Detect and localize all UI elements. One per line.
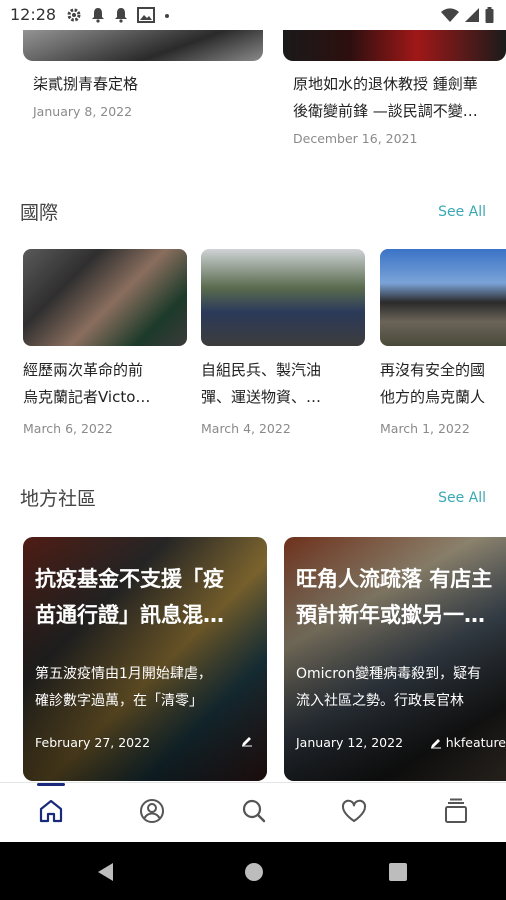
see-all-link[interactable]: See All bbox=[438, 490, 486, 506]
article-footer: January 12, 2022 hkfeature bbox=[296, 735, 506, 755]
home-circle-icon[interactable] bbox=[244, 862, 264, 882]
article-title-line: 旺角人流疏落 有店主 bbox=[296, 567, 493, 591]
nav-home[interactable] bbox=[35, 795, 67, 827]
article-card[interactable]: 自組民兵、製汽油 彈、運送物資、… March 4, 2022 bbox=[201, 249, 365, 436]
bell-icon bbox=[92, 8, 104, 23]
author-name: hkfeature bbox=[445, 735, 506, 750]
article-title-line: 抗疫基金不支援「疫 bbox=[35, 567, 224, 591]
article-title-line: 預計新年或撳另一… bbox=[296, 603, 485, 627]
section-title: 地方社區 bbox=[20, 488, 97, 510]
nav-collections[interactable] bbox=[440, 795, 472, 827]
article-author: hkfeature bbox=[430, 735, 506, 750]
article-thumbnail bbox=[201, 249, 365, 346]
article-date: February 27, 2022 bbox=[35, 735, 151, 750]
wifi-icon bbox=[441, 8, 459, 22]
content-feed[interactable]: 柒貳捌青春定格 January 8, 2022 原地如水的退休教授 鍾劍華 後衛… bbox=[0, 0, 506, 782]
article-title-line: 自組民兵、製汽油 bbox=[201, 361, 322, 379]
system-navigation-bar bbox=[0, 842, 506, 900]
section-header-local: 地方社區 See All bbox=[20, 484, 486, 514]
article-author bbox=[241, 735, 257, 747]
stack-icon bbox=[445, 798, 467, 823]
section-title: 國際 bbox=[20, 202, 59, 224]
bottom-navigation bbox=[0, 782, 506, 843]
back-icon[interactable] bbox=[96, 862, 114, 882]
article-title-line: 經歷兩次革命的前 bbox=[23, 361, 144, 379]
featured-article-card[interactable]: 抗疫基金不支援「疫 苗通行證」訊息混… 第五波疫情由1月開始肆虐， 確診數字過萬… bbox=[23, 537, 267, 781]
article-title: 再沒有安全的國 他方的烏克蘭人 bbox=[380, 357, 506, 411]
article-thumbnail bbox=[23, 249, 187, 346]
signal-icon bbox=[465, 8, 479, 22]
bell-icon bbox=[115, 8, 127, 23]
notification-icons bbox=[66, 7, 170, 23]
battery-icon bbox=[485, 7, 494, 23]
article-summary-line: 流入社區之勢。行政長官林 bbox=[296, 693, 464, 709]
article-title: 經歷兩次革命的前 烏克蘭記者Victo… bbox=[23, 357, 187, 411]
dot-icon bbox=[165, 14, 169, 18]
pen-icon bbox=[430, 738, 441, 748]
article-title: 旺角人流疏落 有店主 預計新年或撳另一… bbox=[296, 561, 496, 633]
article-title-line: 再沒有安全的國 bbox=[380, 361, 486, 379]
article-title-line: 原地如水的退休教授 鍾劍華 bbox=[293, 75, 478, 93]
article-card[interactable]: 再沒有安全的國 他方的烏克蘭人 March 1, 2022 bbox=[380, 249, 506, 436]
article-card[interactable]: 經歷兩次革命的前 烏克蘭記者Victo… March 6, 2022 bbox=[23, 249, 187, 436]
article-date: December 16, 2021 bbox=[293, 131, 418, 146]
article-title-line: 彈、運送物資、… bbox=[201, 388, 322, 406]
article-thumbnail bbox=[380, 249, 506, 346]
article-title: 自組民兵、製汽油 彈、運送物資、… bbox=[201, 357, 365, 411]
settings-icon bbox=[67, 8, 81, 22]
nav-search[interactable] bbox=[238, 795, 270, 827]
article-summary-line: 第五波疫情由1月開始肆虐， bbox=[35, 666, 212, 682]
pen-icon bbox=[242, 737, 252, 747]
article-title-line: 後衛變前鋒 —談民調不變… bbox=[293, 102, 478, 120]
article-footer: February 27, 2022 bbox=[35, 735, 257, 755]
image-icon bbox=[137, 7, 155, 23]
article-date: March 4, 2022 bbox=[201, 421, 291, 436]
profile-icon bbox=[140, 799, 164, 823]
nav-profile[interactable] bbox=[136, 795, 168, 827]
article-title: 柒貳捌青春定格 bbox=[33, 75, 139, 93]
search-icon bbox=[242, 799, 266, 823]
article-summary-line: 確診數字過萬，在「清零」 bbox=[35, 693, 203, 709]
article-title: 抗疫基金不支援「疫 苗通行證」訊息混… bbox=[35, 561, 257, 633]
article-summary: Omicron變種病毒殺到，疑有 流入社區之勢。行政長官林 bbox=[296, 661, 498, 719]
heart-icon bbox=[341, 799, 367, 822]
article-date: March 1, 2022 bbox=[380, 421, 470, 436]
article-summary-line: Omicron變種病毒殺到，疑有 bbox=[296, 666, 482, 682]
featured-article-card[interactable]: 旺角人流疏落 有店主 預計新年或撳另一… Omicron變種病毒殺到，疑有 流入… bbox=[284, 537, 506, 781]
system-status-icons bbox=[441, 7, 494, 23]
section-header-international: 國際 See All bbox=[20, 198, 486, 228]
article-title-line: 苗通行證」訊息混… bbox=[35, 603, 224, 627]
article-date: January 8, 2022 bbox=[33, 104, 133, 119]
status-bar: 12:28 bbox=[0, 0, 506, 30]
see-all-link[interactable]: See All bbox=[438, 204, 486, 220]
nav-favorites[interactable] bbox=[338, 795, 370, 827]
article-title-line: 他方的烏克蘭人 bbox=[380, 388, 486, 406]
recents-icon[interactable] bbox=[389, 863, 407, 881]
home-icon bbox=[39, 799, 63, 823]
article-date: January 12, 2022 bbox=[296, 735, 404, 750]
status-time: 12:28 bbox=[10, 5, 57, 24]
active-tab-indicator bbox=[37, 783, 65, 786]
article-summary: 第五波疫情由1月開始肆虐， 確診數字過萬，在「清零」 bbox=[35, 661, 259, 719]
article-date: March 6, 2022 bbox=[23, 421, 113, 436]
article-title-line: 烏克蘭記者Victo… bbox=[23, 388, 151, 406]
